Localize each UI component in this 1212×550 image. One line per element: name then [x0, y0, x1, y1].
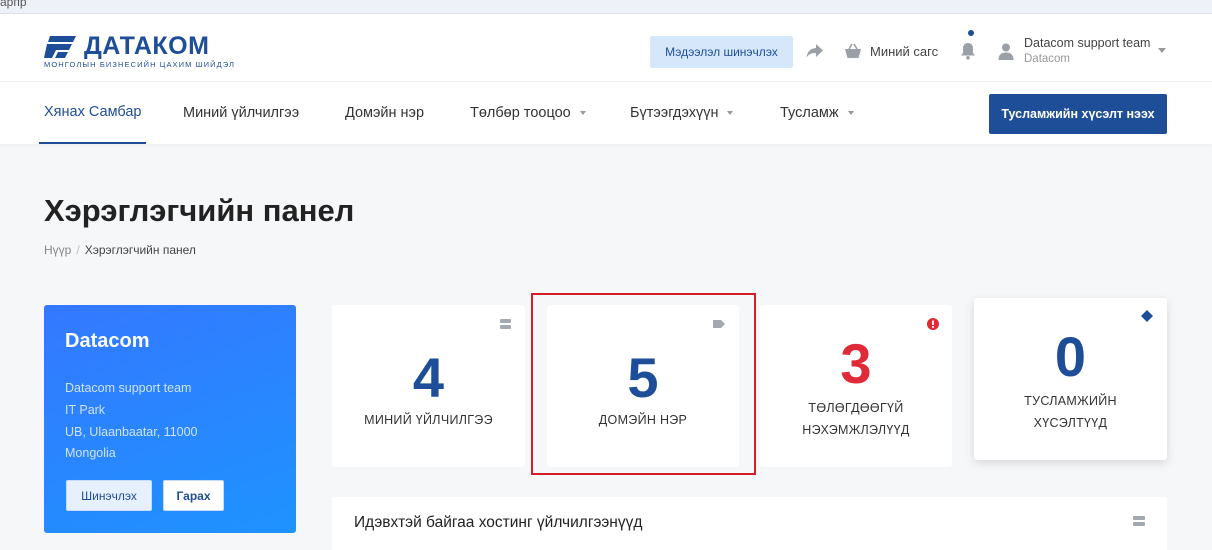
profile-contact-name: Datacom support team	[65, 381, 192, 395]
chevron-down-icon[interactable]	[1158, 48, 1166, 53]
profile-address-line: IT Park	[65, 403, 106, 417]
stat-value: 4	[412, 346, 445, 409]
logout-button[interactable]: Гарах	[163, 480, 224, 511]
stat-label-line2: НЭХЭМЖЛЭЛҮҮД	[802, 423, 910, 437]
cart-link[interactable]: Миний сагс	[870, 44, 938, 59]
nav-item-label: Бүтээгдэхүүн	[630, 105, 719, 121]
logo-mark-icon	[44, 36, 76, 58]
nav-item-products[interactable]: Бүтээгдэхүүн	[630, 82, 734, 144]
share-icon[interactable]	[806, 43, 824, 59]
chevron-down-icon	[727, 111, 734, 115]
user-name[interactable]: Datacom support team	[1024, 36, 1150, 50]
server-icon	[500, 319, 511, 329]
notification-dot	[968, 30, 974, 36]
logo-subtitle: МОНГОЛЫН БИЗНЕСИЙН ЦАХИМ ШИЙДЭЛ	[44, 60, 236, 69]
profile-update-button[interactable]: Шинэчлэх	[66, 480, 152, 511]
nav-item-domains[interactable]: Домэйн нэр	[345, 82, 424, 144]
stat-label: ТӨЛӨГДӨӨГҮЙ	[808, 401, 904, 415]
stat-label: МИНИЙ ҮЙЛЧИЛГЭЭ	[364, 413, 493, 427]
profile-city-line: UB, Ulaanbaatar, 11000	[65, 425, 198, 439]
nav-item-my-services[interactable]: Миний үйлчилгээ	[183, 82, 299, 144]
nav-item-label: Төлбөр тооцоо	[470, 105, 571, 121]
hosting-panel-title: Идэвхтэй байгаа хостинг үйлчилгээнүүд	[354, 514, 643, 531]
main-nav: Хянах Самбар Миний үйлчилгээ Домэйн нэр …	[0, 82, 1212, 144]
browser-tab-strip: арпр	[0, 0, 1212, 14]
profile-company: Datacom	[65, 330, 150, 352]
browser-strip-text: арпр	[0, 0, 27, 9]
stat-card-unpaid-invoices[interactable]: 3 ТӨЛӨГДӨӨГҮЙ НЭХЭМЖЛЭЛҮҮД	[760, 305, 952, 467]
top-bar: ДАТАКОМ МОНГОЛЫН БИЗНЕСИЙН ЦАХИМ ШИЙДЭЛ …	[0, 14, 1212, 82]
page-title: Хэрэглэгчийн панел	[44, 193, 355, 228]
stat-value: 3	[840, 332, 872, 395]
ticket-icon	[1141, 310, 1153, 322]
logo-text: ДАТАКОМ	[84, 32, 210, 60]
stat-label: ТУСЛАМЖИЙН	[1024, 394, 1117, 408]
basket-icon[interactable]	[844, 43, 862, 59]
server-icon	[1133, 516, 1145, 526]
stat-value: 0	[1054, 325, 1087, 388]
breadcrumb-home-link[interactable]: Нүүр	[44, 243, 71, 257]
nav-item-support[interactable]: Тусламж	[780, 82, 854, 144]
chevron-down-icon	[847, 111, 854, 115]
alert-icon	[927, 318, 939, 330]
breadcrumb: Нүүр / Хэрэглэгчийн панел	[44, 243, 196, 257]
bell-icon[interactable]	[960, 42, 976, 60]
highlight-box	[531, 293, 756, 475]
stat-card-support-tickets[interactable]: 0 ТУСЛАМЖИЙН ХҮСЭЛТҮҮД	[974, 298, 1167, 460]
breadcrumb-current: Хэрэглэгчийн панел	[84, 243, 196, 257]
nav-item-label: Тусламж	[780, 105, 839, 121]
update-info-button[interactable]: Мэдээлэл шинэчлэх	[650, 36, 793, 68]
profile-card: Datacom Datacom support team IT Park UB,…	[44, 305, 296, 533]
stat-label-line2: ХҮСЭЛТҮҮД	[1033, 416, 1108, 430]
stat-card-services[interactable]: 4 МИНИЙ ҮЙЛЧИЛГЭЭ	[332, 305, 525, 467]
nav-item-billing[interactable]: Төлбөр тооцоо	[470, 82, 586, 144]
nav-item-label: Хянах Самбар	[44, 104, 142, 120]
user-icon[interactable]	[998, 43, 1014, 60]
nav-item-label: Миний үйлчилгээ	[183, 105, 300, 121]
active-hosting-panel: Идэвхтэй байгаа хостинг үйлчилгээнүүд	[332, 497, 1167, 550]
nav-item-dashboard[interactable]: Хянах Самбар	[39, 82, 147, 144]
profile-country: Mongolia	[65, 446, 116, 460]
breadcrumb-separator: /	[76, 243, 80, 257]
nav-item-label: Домэйн нэр	[345, 105, 425, 121]
open-support-request-button[interactable]: Тусламжийн хүсэлт нээх	[989, 94, 1167, 134]
chevron-down-icon	[579, 111, 586, 115]
user-company: Datacom	[1024, 53, 1071, 65]
